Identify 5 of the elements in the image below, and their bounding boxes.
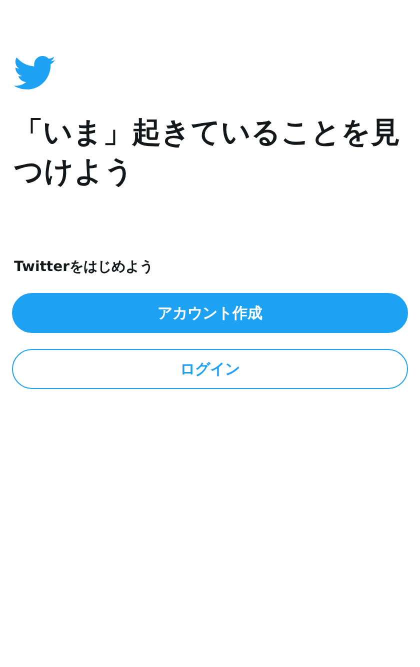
sign-up-button[interactable]: アカウント作成 — [12, 293, 408, 333]
bird-icon — [14, 56, 56, 91]
prompt-text: Twitterをはじめよう — [14, 258, 155, 276]
login-button[interactable]: ログイン — [12, 349, 408, 389]
headline: 「いま」起きていることを見つけよう — [14, 114, 401, 190]
